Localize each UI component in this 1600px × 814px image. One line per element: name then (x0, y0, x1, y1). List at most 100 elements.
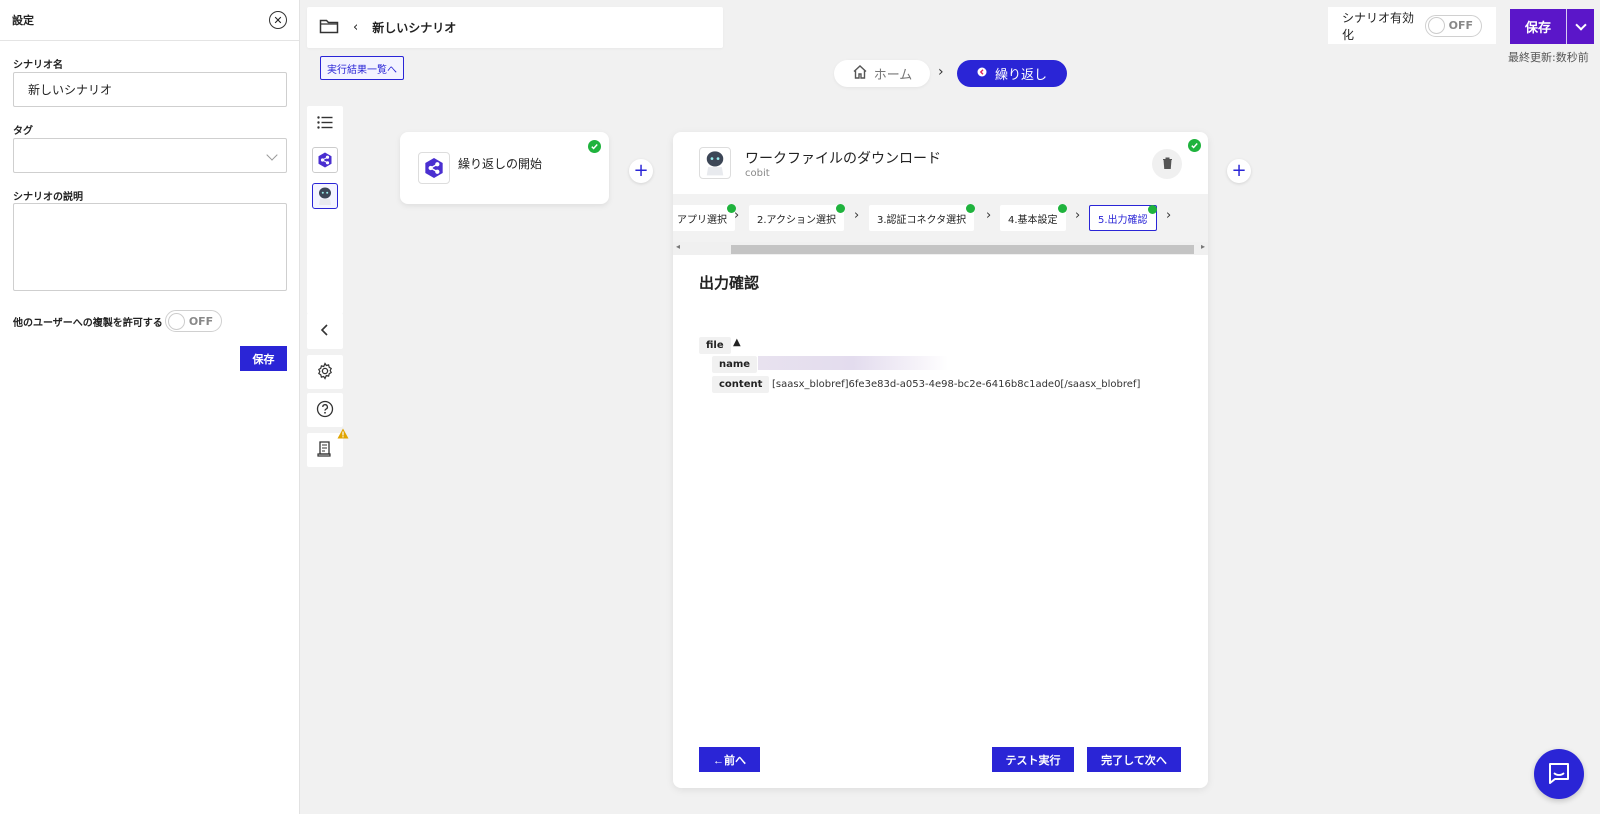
chevron-down-icon (1574, 18, 1587, 31)
output-key-file[interactable]: file (699, 337, 731, 354)
step-tab-label: 5.出力確認 (1098, 214, 1148, 226)
complete-next-button[interactable]: 完了して次へ (1087, 747, 1181, 772)
test-run-button[interactable]: テスト実行 (992, 747, 1074, 772)
breadcrumb-home[interactable]: ホーム (834, 60, 930, 87)
step-arrow-icon: › (734, 208, 740, 223)
settings-header: 設定 ✕ (0, 0, 299, 41)
allow-copy-toggle-text: OFF (188, 314, 214, 328)
chat-icon (1547, 761, 1571, 788)
tag-label: タグ (13, 126, 33, 137)
settings-panel: 設定 ✕ シナリオ名 新しいシナリオ タグ シナリオの説明 他のユーザーへの複製… (0, 0, 300, 814)
allow-copy-row: 他のユーザーへの複製を許可する OFF (13, 310, 223, 332)
chevron-left-icon (320, 323, 330, 339)
action-node-titles: ワークファイルのダウンロード cobit (745, 148, 941, 179)
check-icon (588, 140, 601, 153)
settings-title: 設定 (12, 14, 34, 27)
loop-start-title: 繰り返しの開始 (458, 156, 543, 171)
breadcrumb-current-label: 繰り返し (994, 68, 1047, 83)
robot-icon (312, 183, 338, 209)
check-icon (836, 204, 846, 213)
nav-node-cobit[interactable] (307, 178, 343, 214)
step-tab-3[interactable]: 3.認証コネクタ選択 (869, 204, 976, 231)
scroll-left-icon[interactable]: ◂ (676, 242, 680, 251)
step-tab-4[interactable]: 4.基本設定 (1000, 204, 1067, 231)
settings-button[interactable] (307, 355, 343, 389)
toggle-knob (1427, 17, 1445, 34)
scenario-name-title: 新しいシナリオ (372, 21, 457, 35)
chevron-down-icon (266, 149, 278, 161)
results-list-link[interactable]: 実行結果一覧へ (320, 56, 404, 80)
nav-node-loop[interactable] (307, 142, 343, 178)
settings-save-button[interactable]: 保存 (240, 346, 287, 371)
warning-icon (337, 428, 349, 442)
add-node-button[interactable]: + (629, 159, 653, 183)
output-value-content: [saasx_blobref]6fe3e83d-a053-4e98-bc2e-6… (772, 379, 1141, 390)
breadcrumb-separator-icon: › (938, 64, 944, 80)
robot-icon (699, 147, 731, 179)
folder-icon[interactable] (319, 18, 339, 37)
scroll-right-icon[interactable]: ▸ (1201, 242, 1205, 251)
caret-up-icon[interactable]: ▲ (733, 337, 741, 348)
last-updated-text: 最終更新:数秒前 (1508, 51, 1589, 64)
step-tab-5[interactable]: 5.出力確認 (1089, 205, 1157, 231)
scenario-enable-box: シナリオ有効化 OFF (1328, 7, 1496, 44)
scroll-thumb[interactable] (731, 245, 1194, 254)
document-icon (316, 440, 334, 461)
chevron-left-icon[interactable]: ‹ (353, 20, 358, 35)
tag-select[interactable] (13, 138, 287, 173)
step-arrow-icon: › (1166, 208, 1172, 223)
output-key-content: content (712, 376, 770, 393)
breadcrumb-current[interactable]: 繰り返し (957, 60, 1067, 87)
step-tab-label: 4.基本設定 (1008, 214, 1058, 226)
action-node-header: ワークファイルのダウンロード cobit (673, 132, 1208, 194)
step-arrow-icon: › (854, 208, 860, 223)
toggle-knob (167, 312, 185, 330)
collapse-sidebar-button[interactable] (307, 313, 343, 349)
breadcrumb-home-label: ホーム (873, 68, 913, 83)
loop-start-node[interactable]: 繰り返しの開始 (400, 132, 609, 204)
allow-copy-label: 他のユーザーへの複製を許可する (13, 317, 163, 329)
delete-node-button[interactable] (1152, 149, 1182, 179)
help-button[interactable] (307, 393, 343, 427)
allow-copy-toggle[interactable]: OFF (164, 310, 223, 332)
step-tabs-scrollbar[interactable]: ◂ ▸ (673, 242, 1208, 255)
scenario-name-input[interactable]: 新しいシナリオ (13, 72, 287, 107)
node-navigator (307, 106, 343, 314)
scenario-enable-toggle-text: OFF (1448, 19, 1473, 32)
scenario-bar: ‹ 新しいシナリオ (307, 7, 723, 48)
gear-icon (316, 361, 334, 383)
loop-icon (977, 66, 987, 81)
step-tab-2[interactable]: 2.アクション選択 (749, 204, 846, 231)
step-tabs: アプリ選択 › 2.アクション選択 › 3.認証コネクタ選択 › 4.基本設定 … (673, 194, 1208, 242)
step-tab-label: 2.アクション選択 (757, 214, 837, 226)
description-textarea[interactable] (13, 203, 287, 291)
step-arrow-icon: › (1075, 208, 1081, 223)
step-tab-1[interactable]: アプリ選択 (673, 204, 736, 231)
scenario-enable-toggle[interactable]: OFF (1424, 14, 1482, 37)
list-view-button[interactable] (307, 106, 343, 142)
save-button[interactable]: 保存 (1510, 9, 1566, 44)
check-icon (1147, 205, 1157, 214)
loop-node-icon (312, 147, 338, 173)
action-node-subtitle: cobit (745, 167, 770, 179)
close-icon[interactable]: ✕ (269, 11, 287, 29)
help-icon (316, 400, 334, 421)
description-label: シナリオの説明 (13, 192, 83, 203)
check-icon (1057, 204, 1067, 213)
chat-button[interactable] (1534, 749, 1584, 799)
home-icon (852, 64, 868, 83)
step-tab-label: アプリ選択 (677, 214, 727, 226)
step-tab-label: 3.認証コネクタ選択 (877, 214, 967, 226)
scenario-name-label: シナリオ名 (13, 60, 63, 71)
save-dropdown-button[interactable] (1566, 9, 1594, 44)
scenario-enable-label: シナリオ有効化 (1342, 10, 1415, 42)
add-node-button-end[interactable]: + (1227, 159, 1251, 183)
trash-icon (1162, 157, 1173, 172)
step-arrow-icon: › (986, 208, 992, 223)
loop-node-icon (418, 152, 450, 184)
check-icon (966, 204, 976, 213)
output-key-name: name (712, 356, 758, 373)
prev-button[interactable]: ←前へ (699, 747, 760, 772)
list-icon (317, 116, 333, 132)
action-node-panel: ワークファイルのダウンロード cobit アプリ選択 › 2.アクション選択 ›… (673, 132, 1208, 788)
